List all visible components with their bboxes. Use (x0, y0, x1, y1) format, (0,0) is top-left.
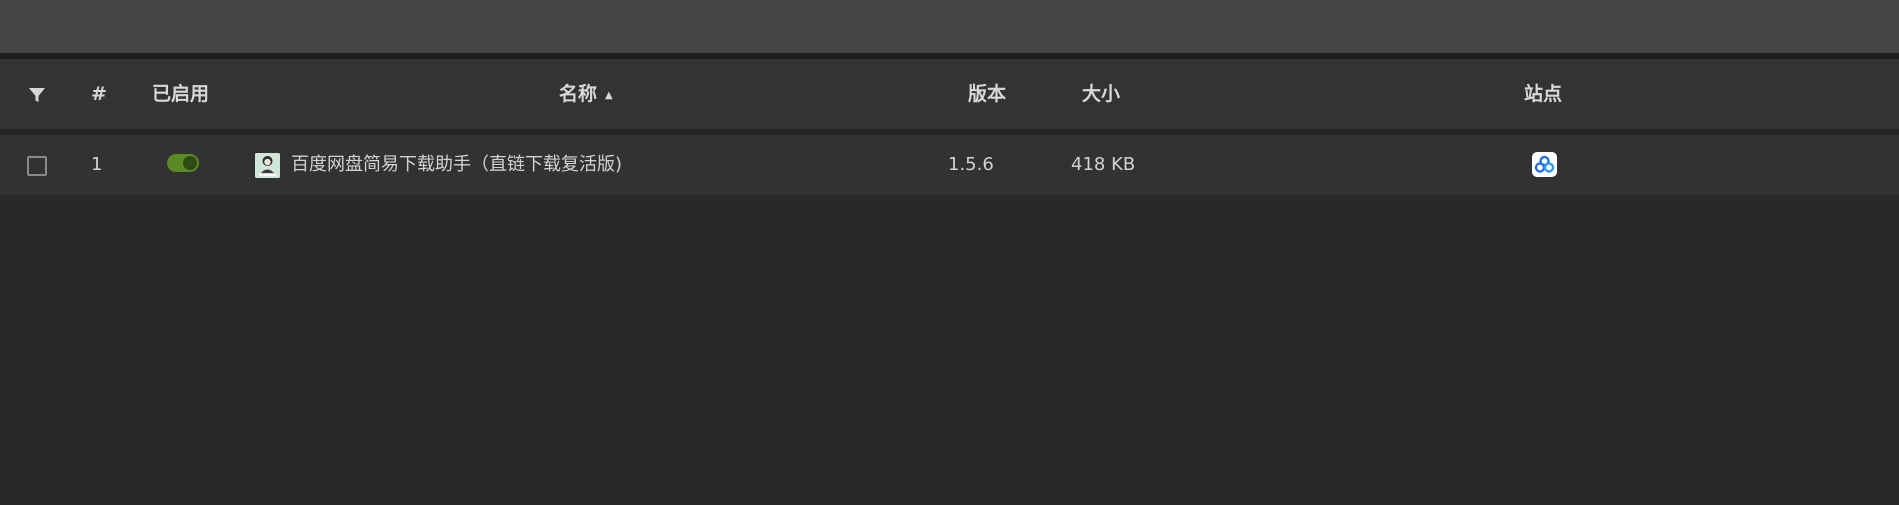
table-row[interactable]: 1 百度网盘简易下载助手（直链下载复活版) 1.5.6 418 KB (0, 135, 1899, 195)
sort-ascending-icon: ▲ (605, 90, 613, 101)
row-index: 1 (91, 154, 103, 175)
row-select-checkbox[interactable] (27, 156, 47, 176)
row-size: 418 KB (1071, 154, 1136, 175)
header-version[interactable]: 版本 (968, 59, 1006, 129)
header-enabled[interactable]: 已启用 (152, 59, 209, 129)
header-name-label: 名称 (559, 83, 598, 105)
toggle-knob (183, 156, 197, 170)
header-sites[interactable]: 站点 (1524, 59, 1562, 129)
row-version: 1.5.6 (948, 154, 994, 175)
script-avatar-icon (255, 153, 280, 178)
baidu-netdisk-icon[interactable] (1532, 152, 1557, 177)
table-header: # 已启用 名称 ▲ 版本 大小 站点 (0, 59, 1899, 129)
header-index[interactable]: # (91, 59, 107, 129)
enabled-toggle[interactable] (167, 154, 199, 172)
script-name-link[interactable]: 百度网盘简易下载助手（直链下载复活版) (291, 135, 622, 195)
filter-icon[interactable] (27, 85, 47, 105)
header-size[interactable]: 大小 (1082, 59, 1120, 129)
header-name[interactable]: 名称 ▲ (559, 59, 613, 129)
toolbar (0, 0, 1899, 53)
